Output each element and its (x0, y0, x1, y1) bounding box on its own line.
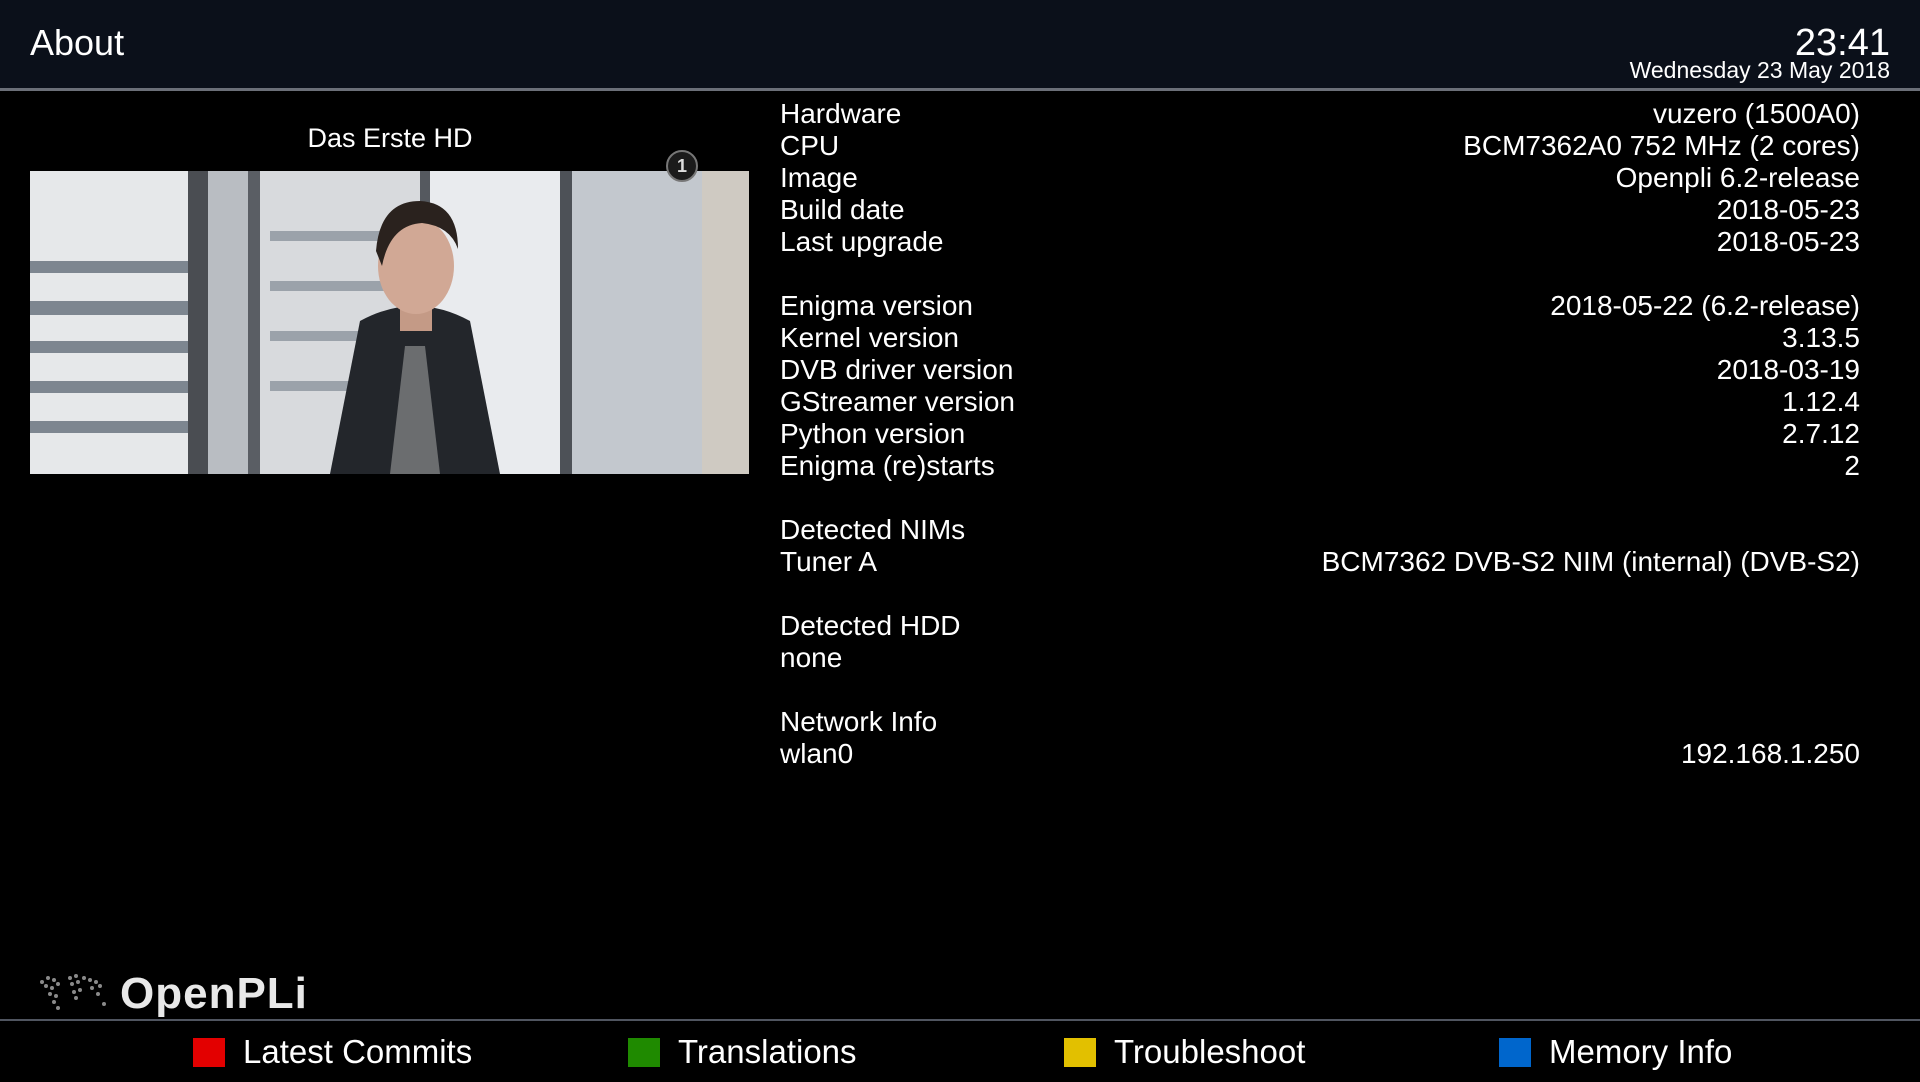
button-label: Translations (678, 1033, 857, 1070)
button-label: Memory Info (1549, 1033, 1733, 1070)
green-key-icon (628, 1037, 660, 1067)
info-value: Openpli 6.2-release (1615, 162, 1860, 193)
info-value: BCM7362 DVB-S2 NIM (internal) (DVB-S2) (1321, 546, 1860, 577)
info-row-dvb-driver: DVB driver version 2018-03-19 (780, 354, 1860, 386)
info-value: 1.12.4 (1782, 386, 1860, 417)
channel-name: Das Erste HD (307, 123, 473, 153)
info-row-cpu: CPU BCM7362A0 752 MHz (2 cores) (780, 130, 1860, 162)
das-erste-logo-icon: 1 (666, 150, 698, 182)
section-heading: Detected NIMs (780, 514, 966, 545)
info-value: 2018-03-19 (1716, 354, 1860, 385)
info-value: 2018-05-22 (6.2-release) (1550, 290, 1860, 321)
openpli-logo: OpenPLi (34, 966, 308, 1022)
info-value: 3.13.5 (1782, 322, 1860, 353)
troubleshoot-button[interactable]: Troubleshoot (1064, 1033, 1306, 1070)
about-info-list: Hardware vuzero (1500A0) CPU BCM7362A0 7… (780, 98, 1860, 770)
info-value: 2 (1844, 450, 1860, 481)
info-label: Python version (780, 418, 966, 449)
info-label: Last upgrade (780, 226, 944, 257)
info-value: 2018-05-23 (1716, 226, 1860, 257)
info-value: 2.7.12 (1782, 418, 1860, 449)
info-row-image: Image Openpli 6.2-release (780, 162, 1860, 194)
video-preview (30, 171, 749, 474)
info-row-restarts: Enigma (re)starts 2 (780, 450, 1860, 482)
info-label: Tuner A (780, 546, 878, 577)
color-button-bar: Latest Commits Translations Troubleshoot… (0, 1019, 1920, 1082)
info-row-tuner-a: Tuner A BCM7362 DVB-S2 NIM (internal) (D… (780, 546, 1860, 578)
blue-key-icon (1499, 1037, 1531, 1067)
info-label: wlan0 (780, 738, 854, 769)
section-heading: Detected HDD (780, 610, 961, 641)
info-row-hdd: none (780, 642, 1860, 674)
info-row-last-upgrade: Last upgrade 2018-05-23 (780, 226, 1860, 258)
info-row-build-date: Build date 2018-05-23 (780, 194, 1860, 226)
info-label: Kernel version (780, 322, 959, 353)
info-label: DVB driver version (780, 354, 1014, 385)
info-value: vuzero (1500A0) (1652, 98, 1860, 129)
info-heading-network: Network Info (780, 706, 1860, 738)
info-label: Build date (780, 194, 905, 225)
info-row-wlan0: wlan0 192.168.1.250 (780, 738, 1860, 770)
info-label: Hardware (780, 98, 902, 129)
brand-name: OpenPLi (120, 969, 308, 1018)
translations-button[interactable]: Translations (628, 1033, 857, 1070)
memory-info-button[interactable]: Memory Info (1499, 1033, 1733, 1070)
info-value: 192.168.1.250 (1680, 738, 1860, 769)
info-row-kernel-version: Kernel version 3.13.5 (780, 322, 1860, 354)
info-row-hardware: Hardware vuzero (1500A0) (780, 98, 1860, 130)
info-heading-nims: Detected NIMs (780, 514, 1860, 546)
yellow-key-icon (1064, 1037, 1096, 1067)
button-label: Troubleshoot (1114, 1033, 1306, 1070)
header-bar: About 23:41 Wednesday 23 May 2018 (0, 0, 1920, 91)
section-heading: Network Info (780, 706, 938, 737)
latest-commits-button[interactable]: Latest Commits (193, 1033, 473, 1070)
red-key-icon (193, 1037, 225, 1067)
info-heading-hdd: Detected HDD (780, 610, 1860, 642)
info-label: Enigma version (780, 290, 973, 321)
info-label: GStreamer version (780, 386, 1015, 417)
info-label: Image (780, 162, 858, 193)
info-value: 2018-05-23 (1716, 194, 1860, 225)
page-title: About (30, 22, 125, 63)
info-row-gstreamer: GStreamer version 1.12.4 (780, 386, 1860, 418)
info-row-python: Python version 2.7.12 (780, 418, 1860, 450)
info-row-enigma-version: Enigma version 2018-05-22 (6.2-release) (780, 290, 1860, 322)
info-label: Enigma (re)starts (780, 450, 995, 481)
info-value: none (780, 642, 843, 673)
info-label: CPU (780, 130, 840, 161)
info-value: BCM7362A0 752 MHz (2 cores) (1463, 130, 1860, 161)
date: Wednesday 23 May 2018 (1629, 57, 1890, 83)
button-label: Latest Commits (243, 1033, 473, 1070)
world-map-icon (40, 974, 106, 1010)
